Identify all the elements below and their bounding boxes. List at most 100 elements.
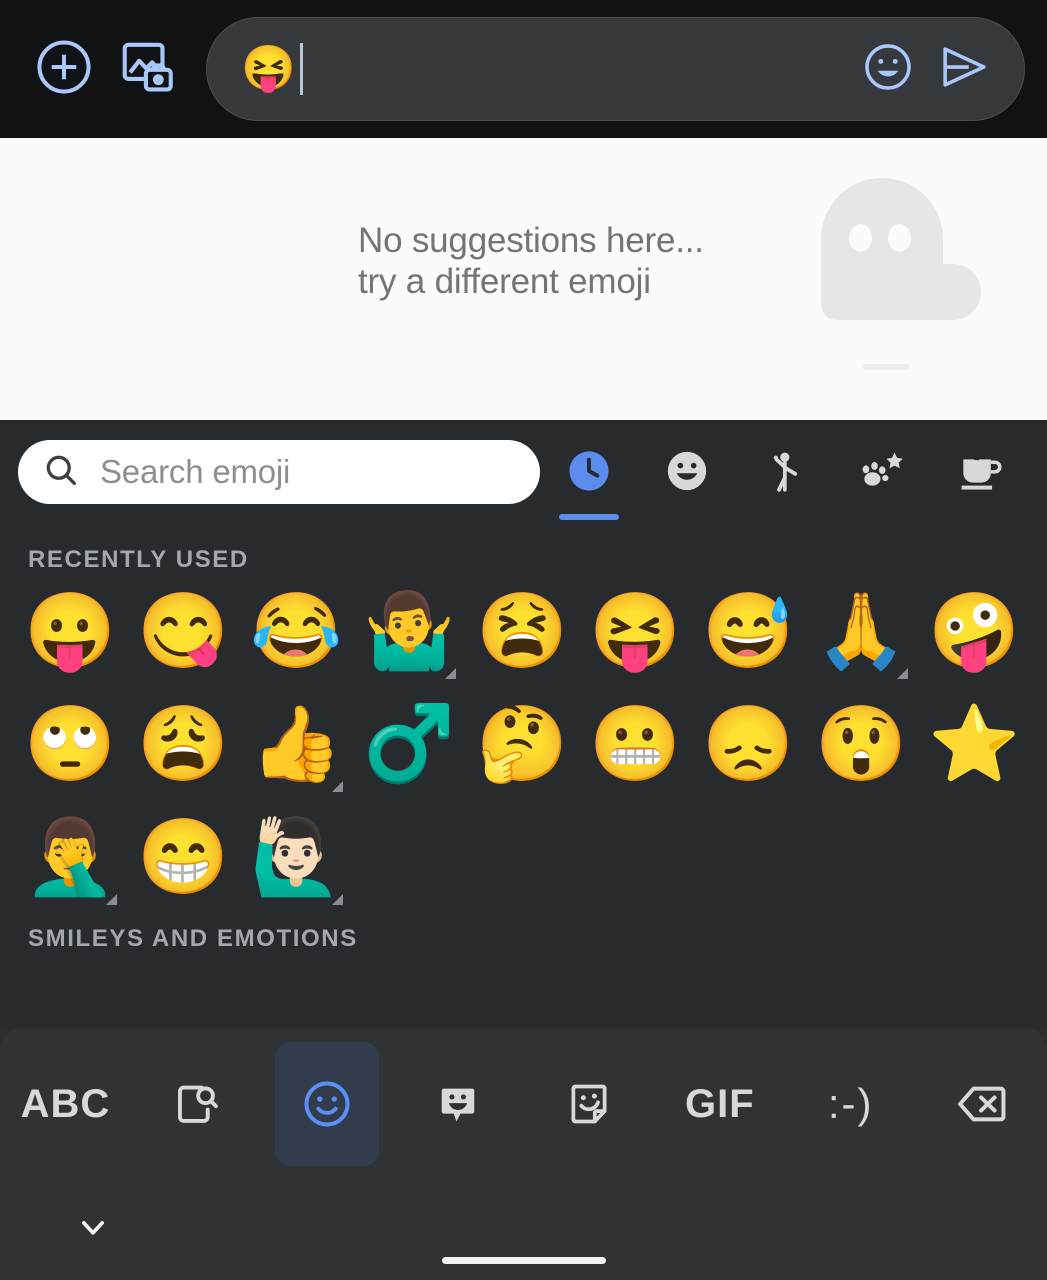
paw-star-icon (857, 446, 907, 501)
category-tab-bar (540, 440, 1029, 520)
add-circle-icon (32, 35, 96, 104)
compose-bar: 😝 (0, 0, 1047, 138)
chevron-down-icon (73, 1207, 113, 1252)
search-input[interactable]: Search emoji (18, 440, 540, 504)
emoji-glyph: ⭐ (928, 701, 1021, 785)
gallery-camera-icon (117, 36, 179, 103)
abc-key[interactable]: ABC (0, 1028, 131, 1180)
emoji-cell-folded-hands[interactable]: 🙏 (805, 574, 918, 687)
variant-indicator (332, 894, 343, 905)
emoji-cell-face-with-tears-of-joy[interactable]: 😂 (240, 574, 353, 687)
emoji-glyph: 😁 (137, 814, 230, 898)
message-input-value-wrap: 😝 (241, 43, 850, 95)
emoji-glyph: 😬 (589, 701, 682, 785)
section-header-recently-used: RECENTLY USED (28, 546, 249, 573)
emoji-cell-man-facepalming[interactable]: 🤦‍♂️ (14, 800, 127, 913)
gif-key[interactable]: GIF (654, 1028, 785, 1180)
emoji-cell-zany-face[interactable]: 🤪 (918, 574, 1031, 687)
variant-indicator (897, 668, 908, 679)
variant-indicator (106, 894, 117, 905)
emoji-cell-face-with-tongue[interactable]: 😛 (14, 574, 127, 687)
send-button[interactable] (926, 31, 1002, 107)
emoji-grid-recently-used: 😛 😋 😂 🤷‍♂️ 😫 😝 😅 🙏 🤪 🙄 😩 👍 ♂️ 🤔 😬 😞 😲 ⭐ 🤦‍♂️ 😁 🙋🏻‍♂️ (0, 574, 1047, 913)
ghost-eye-right (888, 224, 911, 252)
emoji-cell-male-sign[interactable]: ♂️ (353, 687, 466, 800)
emoji-cell-astonished-face[interactable]: 😲 (805, 687, 918, 800)
emoticon-key-label: :-) (827, 1080, 874, 1127)
home-indicator[interactable] (441, 1257, 606, 1264)
empty-state-message: No suggestions here... try a different e… (358, 221, 704, 302)
emoji-glyph: 🙄 (24, 701, 117, 785)
message-input-value: 😝 (241, 44, 296, 93)
ghost-illustration (821, 178, 981, 370)
emoji-glyph: 😅 (702, 588, 795, 672)
navigation-bar (0, 1180, 1047, 1280)
category-tab-animals-and-nature[interactable] (836, 444, 928, 520)
emoji-cell-man-raising-hand-light-skin-tone[interactable]: 🙋🏻‍♂️ (240, 800, 353, 913)
emoji-cell-beaming-face-with-smiling-eyes[interactable]: 😁 (127, 800, 240, 913)
emoji-glyph: 🤔 (476, 701, 569, 785)
abc-key-label: ABC (20, 1081, 111, 1126)
emoji-glyph: 🤦‍♂️ (24, 814, 117, 898)
emoji-glyph: 🤪 (928, 588, 1021, 672)
emoji-toggle-button[interactable] (850, 31, 926, 107)
emoji-cell-grimacing-face[interactable]: 😬 (579, 687, 692, 800)
ghost-shadow (863, 364, 909, 370)
emoji-cell-disappointed-face[interactable]: 😞 (692, 687, 805, 800)
gif-key-label: GIF (684, 1081, 755, 1126)
emoji-kitchen-icon (433, 1079, 483, 1129)
emoji-cell-squinting-face-with-tongue[interactable]: 😝 (579, 574, 692, 687)
emoticon-key[interactable]: :-) (785, 1028, 916, 1180)
emoji-glyph: 😋 (137, 588, 230, 672)
emoji-glyph: 🙏 (815, 588, 908, 672)
backspace-key[interactable] (916, 1028, 1047, 1180)
emoji-suggestion-panel: No suggestions here... try a different e… (0, 138, 1047, 420)
emoji-cell-face-savoring-food[interactable]: 😋 (127, 574, 240, 687)
emoji-glyph: 😩 (137, 701, 230, 785)
search-page-key[interactable] (131, 1028, 262, 1180)
emoji-glyph: 😞 (702, 701, 795, 785)
text-caret (299, 43, 303, 95)
variant-indicator (332, 781, 343, 792)
category-tab-people[interactable] (738, 444, 830, 520)
phone-screen: 😝 No suggestions here... try a different… (0, 0, 1047, 1280)
teacup-icon (955, 446, 1005, 501)
emoji-glyph: 😫 (476, 588, 569, 672)
message-input[interactable]: 😝 (206, 17, 1025, 121)
add-attachment-button[interactable] (22, 27, 106, 111)
send-icon (935, 38, 993, 101)
emoji-glyph: 😝 (589, 588, 682, 672)
ghost-eye-left (849, 224, 872, 252)
category-tab-recently-used[interactable] (543, 444, 635, 520)
smiley-icon (662, 446, 712, 501)
emoji-cell-face-with-rolling-eyes[interactable]: 🙄 (14, 687, 127, 800)
clock-icon (564, 446, 614, 501)
ghost-tail (917, 264, 981, 320)
emoji-glyph: 🤷‍♂️ (363, 588, 456, 672)
emoji-cell-weary-face[interactable]: 😩 (127, 687, 240, 800)
picker-header: Search emoji (0, 420, 1047, 520)
emoji-cell-grinning-face-with-sweat[interactable]: 😅 (692, 574, 805, 687)
emoji-glyph: 😂 (250, 588, 343, 672)
emoji-key[interactable] (262, 1028, 393, 1180)
emoji-glyph: 🙋🏻‍♂️ (250, 814, 343, 898)
emoji-cell-star[interactable]: ⭐ (918, 687, 1031, 800)
category-tab-smileys-and-emotions[interactable] (641, 444, 733, 520)
hide-keyboard-button[interactable] (62, 1198, 124, 1260)
emoji-cell-thumbs-up[interactable]: 👍 (240, 687, 353, 800)
emoji-kitchen-key[interactable] (393, 1028, 524, 1180)
section-header-smileys-and-emotions: SMILEYS AND EMOTIONS (28, 925, 358, 952)
emoji-cell-man-shrugging[interactable]: 🤷‍♂️ (353, 574, 466, 687)
emoji-glyph: ♂️ (363, 701, 456, 785)
page-search-icon (170, 1078, 222, 1130)
sticker-icon (564, 1079, 614, 1129)
backspace-icon (954, 1076, 1010, 1132)
sticker-key[interactable] (524, 1028, 655, 1180)
search-icon (42, 451, 80, 494)
active-tab-underline (558, 514, 619, 520)
category-tab-food-and-drink[interactable] (934, 444, 1026, 520)
emoji-cell-thinking-face[interactable]: 🤔 (466, 687, 579, 800)
keyboard-toolbar: ABC GIF:-) (0, 1028, 1047, 1180)
gallery-camera-button[interactable] (106, 27, 190, 111)
emoji-cell-tired-face[interactable]: 😫 (466, 574, 579, 687)
